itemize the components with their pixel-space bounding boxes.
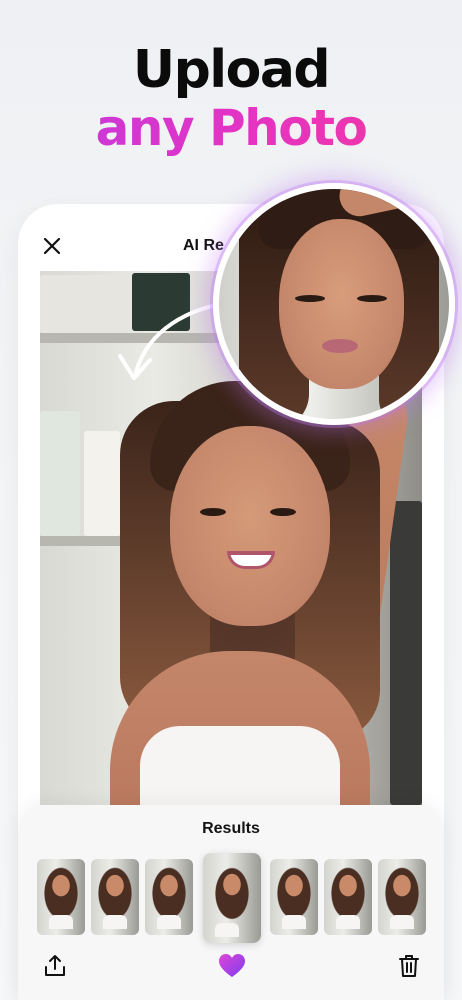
trash-icon: [399, 955, 419, 977]
lips: [322, 339, 358, 353]
result-thumbnail[interactable]: [270, 859, 318, 935]
headline: Upload any Photo: [0, 40, 462, 156]
share-icon: [45, 955, 65, 976]
shelf-product: [84, 431, 120, 536]
result-thumbnail[interactable]: [145, 859, 193, 935]
eye: [200, 508, 226, 516]
eye: [295, 295, 325, 302]
white-top: [140, 726, 340, 805]
share-button[interactable]: [42, 953, 68, 979]
eye: [270, 508, 296, 516]
result-thumbnail[interactable]: [378, 859, 426, 935]
favorite-button[interactable]: [218, 953, 246, 979]
smile: [227, 551, 275, 569]
result-thumbnail[interactable]: [91, 859, 139, 935]
screen-title: AI Re: [183, 237, 224, 254]
headline-line-1: Upload: [132, 40, 331, 100]
close-icon: [43, 237, 61, 255]
face: [170, 426, 330, 626]
headline-line-2: any Photo: [0, 100, 462, 156]
result-thumbnail[interactable]: [324, 859, 372, 935]
shelf-product: [40, 411, 80, 536]
results-title: Results: [202, 820, 260, 837]
face: [279, 219, 404, 389]
shelf-product: [390, 501, 422, 805]
delete-button[interactable]: [396, 953, 422, 979]
result-thumbnail-selected[interactable]: [203, 853, 261, 943]
zoom-preview: [213, 183, 455, 425]
close-button[interactable]: [40, 234, 64, 258]
eye: [357, 295, 387, 302]
heart-icon: [219, 954, 245, 977]
result-thumbnail[interactable]: [37, 859, 85, 935]
